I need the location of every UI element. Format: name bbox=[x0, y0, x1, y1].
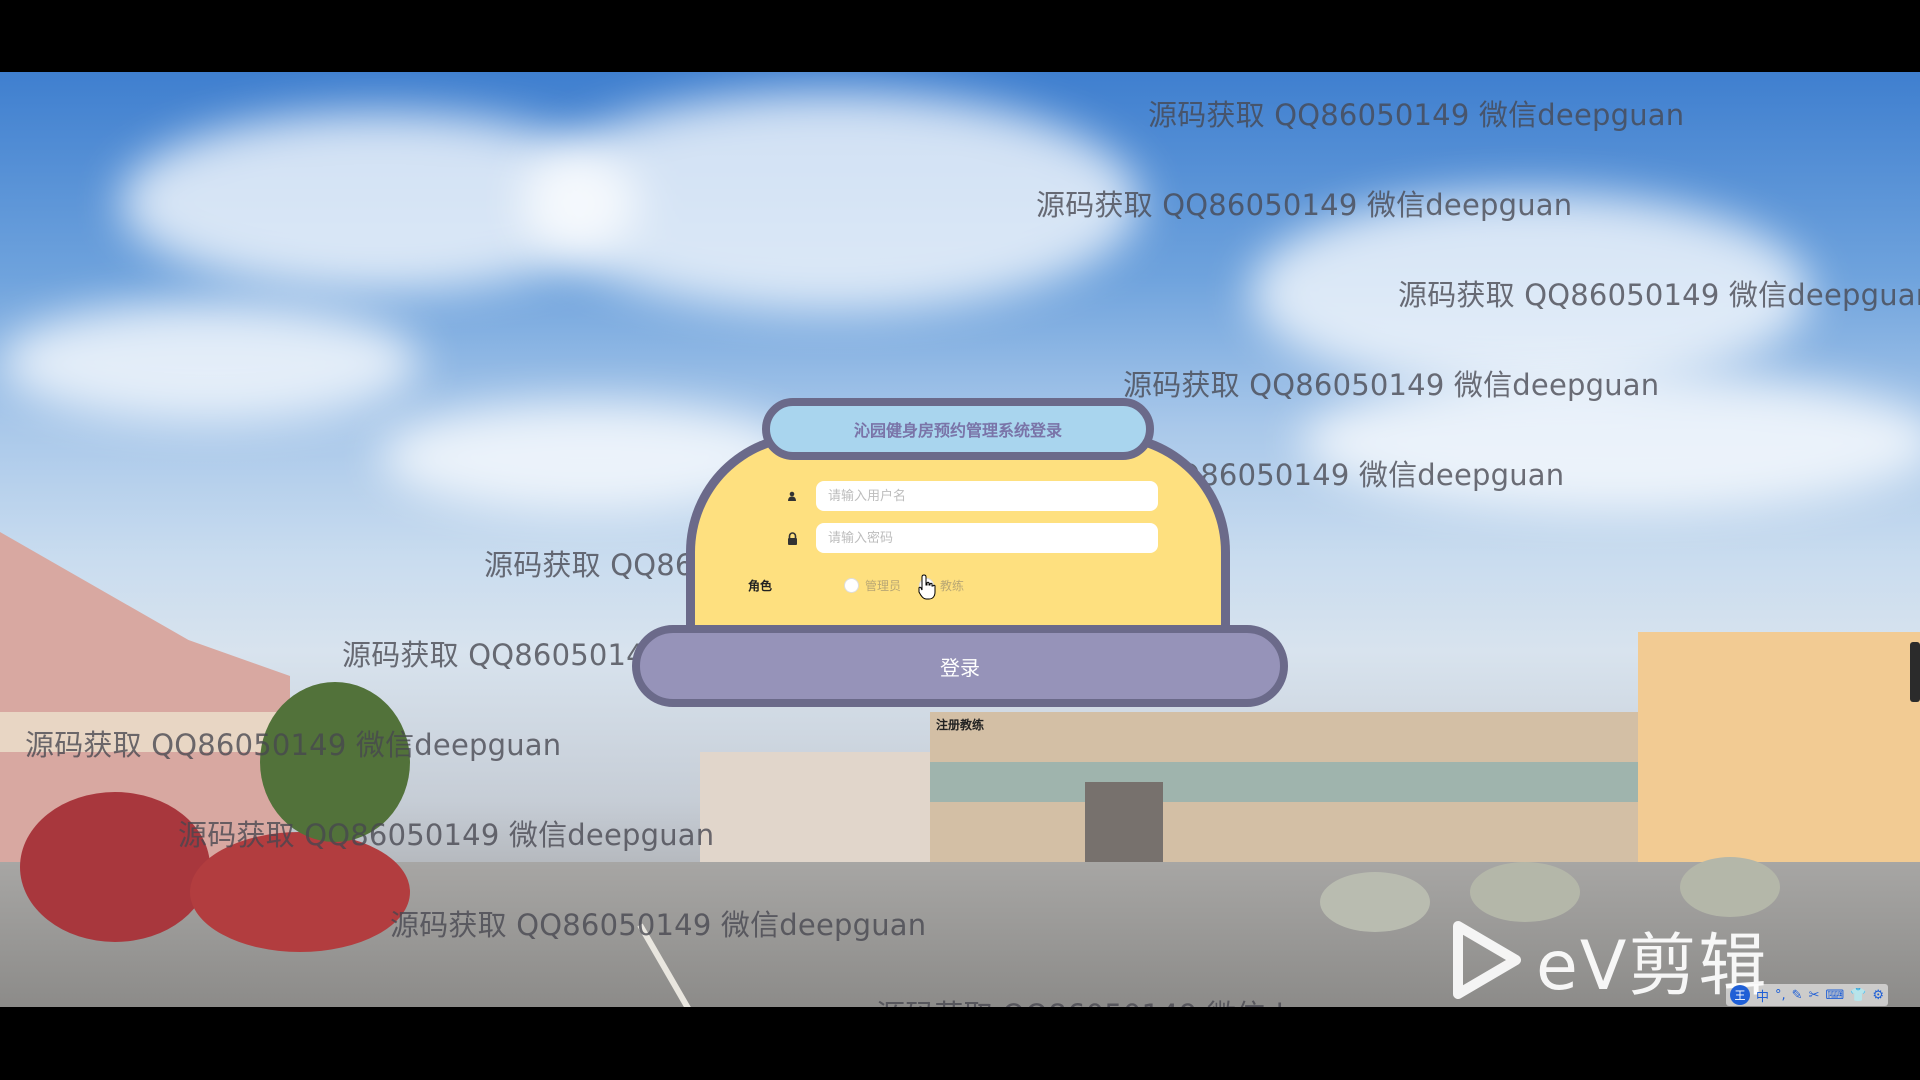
ime-settings-icon[interactable]: ⚙ bbox=[1872, 988, 1884, 1003]
play-triangle-icon bbox=[1453, 920, 1521, 999]
building-center-band bbox=[930, 762, 1640, 802]
watermark-text: 源码获取 QQ86050149 微信deepguan bbox=[1036, 188, 1573, 222]
shrub bbox=[1680, 857, 1780, 917]
watermark-text: 源码获取 QQ86050149 微信deepguan bbox=[178, 818, 715, 852]
letterbox-top bbox=[0, 0, 1920, 72]
shrub bbox=[1320, 872, 1430, 932]
watermark-text: 源码获取 QQ86050149 微信deepguan bbox=[1123, 368, 1660, 402]
watermark-text: 源码获取 QQ86050149 微信deepguan bbox=[1398, 278, 1920, 312]
role-option-label: 管理员 bbox=[865, 579, 902, 593]
watermark-text: 源码获取 QQ86050149 微信deepguan bbox=[390, 908, 927, 942]
ime-skin-icon[interactable]: 👕 bbox=[1850, 988, 1866, 1003]
watermark-text: 源码获取 QQ86050149 微信deepguan bbox=[876, 992, 1412, 1007]
ime-scissors-icon[interactable]: ✂ bbox=[1809, 988, 1820, 1003]
role-label: 角色 bbox=[748, 579, 773, 593]
ime-lang-toggle[interactable]: 中 bbox=[1756, 986, 1769, 1005]
watermark-text: 源码获取 QQ86050149 微信deepguan bbox=[1148, 98, 1685, 132]
ime-keyboard-icon[interactable]: ⌨ bbox=[1825, 988, 1844, 1003]
ime-toolbar: 王 中 °, ✎ ✂ ⌨ 👕 ⚙ bbox=[1726, 984, 1889, 1006]
radio-dot[interactable] bbox=[844, 578, 860, 593]
login-title: 沁园健身房预约管理系统登录 bbox=[762, 398, 1154, 460]
letterbox-bottom bbox=[0, 1007, 1920, 1080]
role-radio-admin[interactable]: 管理员 bbox=[844, 577, 901, 594]
cloud bbox=[0, 302, 420, 422]
ev-editor-watermark: eV剪辑 bbox=[1452, 910, 1768, 1009]
side-scroll-tab[interactable] bbox=[1910, 642, 1920, 702]
ime-pen-icon[interactable]: ✎ bbox=[1792, 988, 1803, 1003]
watermark-text: 源码获取 QQ86050149 微信deepguan bbox=[25, 728, 562, 762]
role-option-label: 教练 bbox=[940, 579, 965, 593]
ime-punct-icon[interactable]: °, bbox=[1775, 988, 1786, 1003]
username-row bbox=[780, 481, 1158, 511]
password-row bbox=[780, 523, 1158, 553]
lock-icon bbox=[780, 526, 804, 550]
login-button[interactable]: 登录 bbox=[632, 625, 1288, 707]
ime-logo-icon[interactable]: 王 bbox=[1730, 985, 1750, 1005]
user-icon bbox=[780, 484, 804, 508]
register-coach-link[interactable]: 注册教练 bbox=[936, 716, 984, 733]
hand-cursor-icon bbox=[918, 574, 936, 600]
username-input[interactable] bbox=[816, 481, 1158, 511]
password-input[interactable] bbox=[816, 523, 1158, 553]
